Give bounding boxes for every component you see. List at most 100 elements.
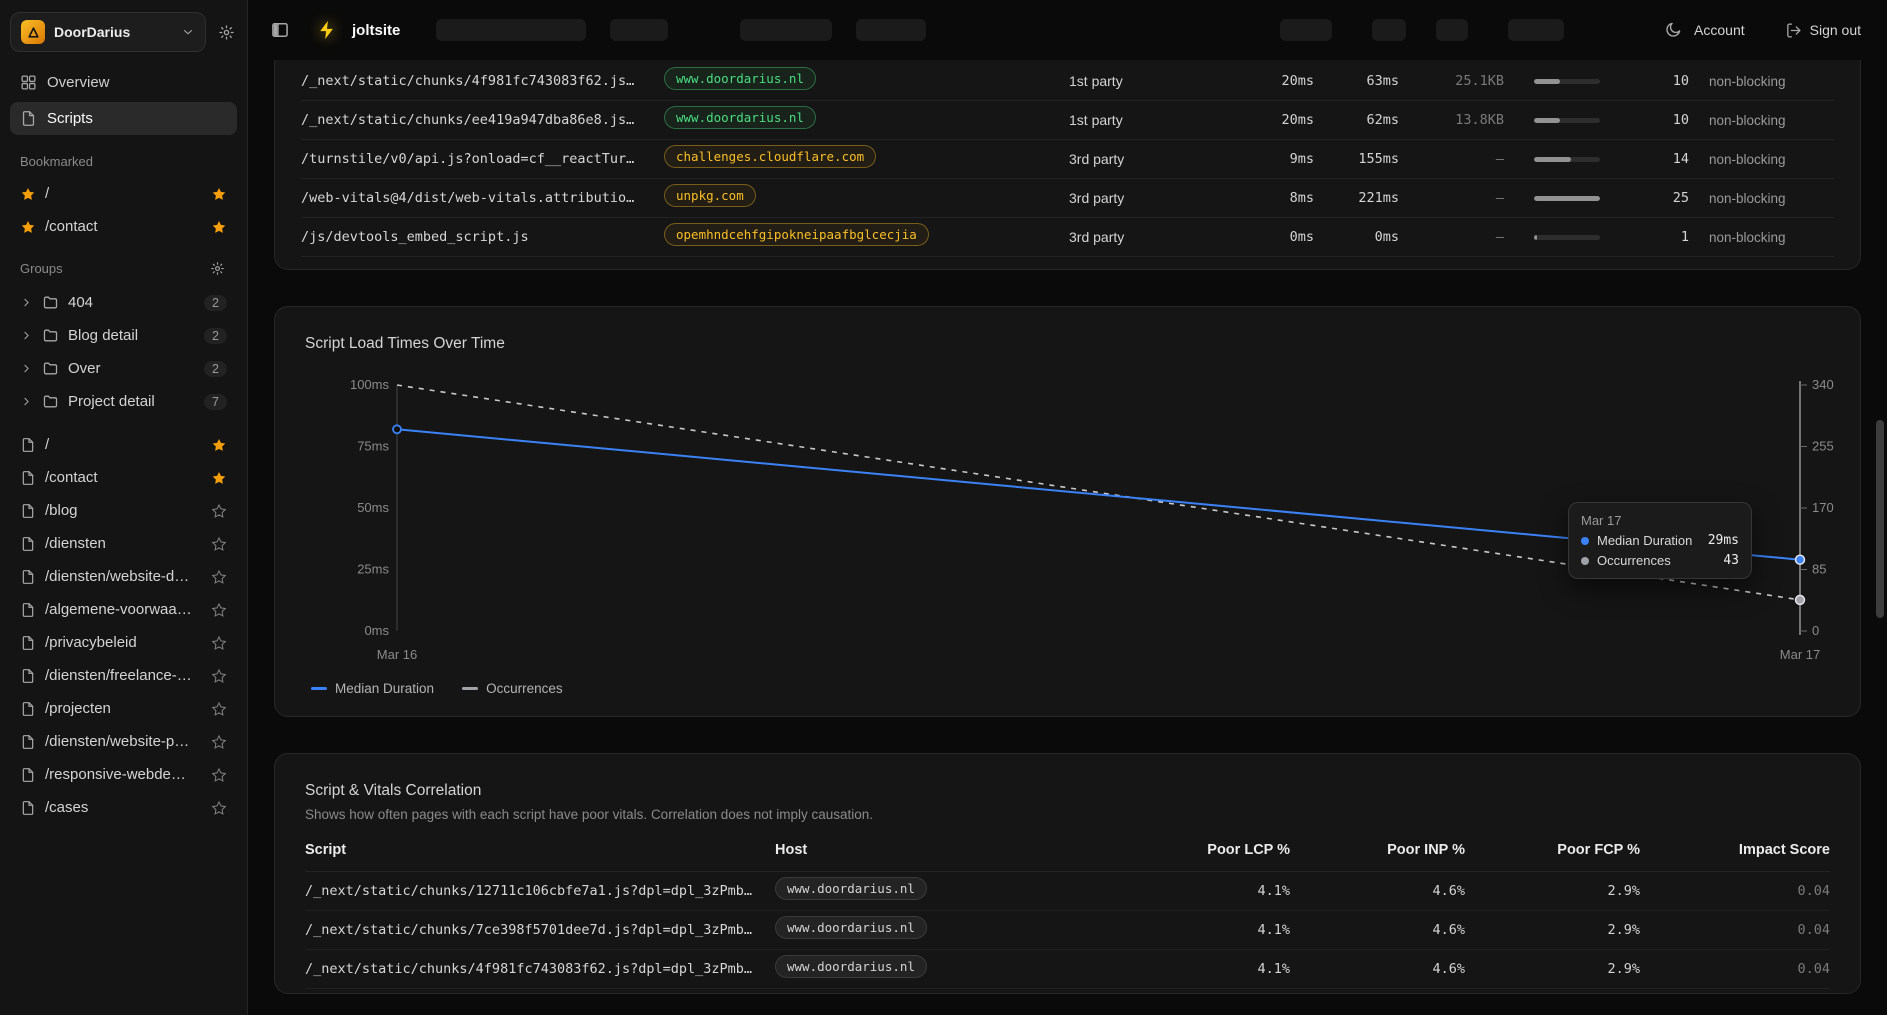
occurrence-bar	[1504, 196, 1629, 201]
sidebar-page-item[interactable]: /contact	[10, 461, 237, 494]
group-item[interactable]: 404 2	[10, 286, 237, 319]
workspace-switcher[interactable]: DoorDarius	[10, 12, 206, 52]
host-badge[interactable]: www.doordarius.nl	[775, 955, 927, 978]
load-times-panel: Script Load Times Over Time	[274, 306, 1861, 717]
star-outline-icon[interactable]	[211, 503, 227, 519]
host-badge[interactable]: opemhndcehfgipokneipaafbglcecjia	[664, 223, 929, 246]
page-label: /contact	[45, 469, 98, 486]
sidebar-page-item[interactable]: /diensten/website-perfor…	[10, 725, 237, 758]
y2-axis-tick: 85	[1812, 562, 1826, 577]
occurrence-count: 14	[1629, 151, 1689, 167]
star-outline-icon[interactable]	[211, 569, 227, 585]
scripts-table-panel: /_next/static/chunks/4f981fc743083f62.js…	[274, 60, 1861, 270]
table-row[interactable]: /_next/static/chunks/7ce398f5701dee7d.js…	[305, 911, 1830, 950]
sidebar-page-item[interactable]: /	[10, 428, 237, 461]
legend-item-median-duration[interactable]: Median Duration	[311, 681, 434, 696]
sidebar-page-item[interactable]: /diensten/website-design…	[10, 560, 237, 593]
star-icon[interactable]	[211, 437, 227, 453]
sidebar-page-item[interactable]: /diensten/freelance-front…	[10, 659, 237, 692]
chevron-right-icon[interactable]	[20, 329, 33, 342]
tooltip-value: 43	[1723, 553, 1739, 568]
page-content: /_next/static/chunks/4f981fc743083f62.js…	[248, 60, 1887, 1015]
bookmarked-item[interactable]: /	[10, 177, 237, 210]
file-icon	[20, 602, 36, 618]
column-header[interactable]: Script	[305, 842, 775, 858]
host-badge[interactable]: challenges.cloudflare.com	[664, 145, 876, 168]
column-header[interactable]: Poor FCP %	[1465, 842, 1640, 858]
group-item[interactable]: Over 2	[10, 352, 237, 385]
host-badge[interactable]: unpkg.com	[664, 184, 756, 207]
page-label: /	[45, 436, 49, 453]
table-row[interactable]: /web-vitals@4/dist/web-vitals.attributio…	[301, 179, 1834, 218]
sidebar-page-item[interactable]: /diensten	[10, 527, 237, 560]
unbookmark-star-icon[interactable]	[211, 219, 227, 235]
sidebar-page-item[interactable]: /algemene-voorwaarden	[10, 593, 237, 626]
host-badge[interactable]: www.doordarius.nl	[664, 67, 816, 90]
sidebar-page-item[interactable]: /responsive-webdesign	[10, 758, 237, 791]
column-header[interactable]: Poor INP %	[1290, 842, 1465, 858]
poor-lcp: 4.1%	[1115, 961, 1290, 977]
script-path: /_next/static/chunks/7ce398f5701dee7d.js…	[305, 922, 775, 938]
host-badge[interactable]: www.doordarius.nl	[664, 106, 816, 129]
sidebar-page-item[interactable]: /privacybeleid	[10, 626, 237, 659]
column-header[interactable]: Host	[775, 842, 1115, 858]
panel-left-icon	[270, 20, 290, 40]
account-button[interactable]: Account	[1694, 22, 1745, 38]
table-row[interactable]: /_next/static/chunks/4f981fc743083f62.js…	[301, 62, 1834, 101]
app-name: joltsite	[352, 22, 400, 39]
star-outline-icon[interactable]	[211, 602, 227, 618]
line-chart[interactable]: 100ms 75ms 50ms 25ms 0ms 340 255 170 85 …	[305, 369, 1830, 669]
star-outline-icon[interactable]	[211, 668, 227, 684]
group-item[interactable]: Project detail 7	[10, 385, 237, 418]
signout-button[interactable]: Sign out	[1785, 22, 1861, 39]
sidebar-page-item[interactable]: /blog	[10, 494, 237, 527]
star-outline-icon[interactable]	[211, 635, 227, 651]
p75-time: 221ms	[1314, 190, 1399, 206]
poor-lcp: 4.1%	[1115, 922, 1290, 938]
file-icon	[20, 767, 36, 783]
table-row[interactable]: /turnstile/v0/api.js?onload=cf__reactTur…	[301, 140, 1834, 179]
host-badge[interactable]: www.doordarius.nl	[775, 916, 927, 939]
groups-settings-button[interactable]	[208, 259, 227, 278]
bookmarked-item[interactable]: /contact	[10, 210, 237, 243]
star-outline-icon[interactable]	[211, 800, 227, 816]
impact-score: 0.04	[1640, 883, 1830, 899]
host-cell: www.doordarius.nl	[664, 106, 1069, 134]
bookmarked-label: /	[45, 185, 49, 202]
sidebar-item-scripts[interactable]: Scripts	[10, 102, 237, 135]
table-row[interactable]: /_next/static/chunks/ee419a947dba86e8.js…	[301, 101, 1834, 140]
ghost-pill	[1372, 19, 1406, 41]
nav-label: Overview	[47, 74, 110, 91]
table-row[interactable]: /_next/static/chunks/4f981fc743083f62.js…	[305, 950, 1830, 989]
chevron-right-icon[interactable]	[20, 395, 33, 408]
sidebar-item-overview[interactable]: Overview	[10, 66, 237, 99]
column-header[interactable]: Impact Score	[1640, 842, 1830, 858]
chevron-right-icon[interactable]	[20, 362, 33, 375]
blocking-status: non-blocking	[1689, 74, 1834, 89]
star-outline-icon[interactable]	[211, 701, 227, 717]
sidebar-page-item[interactable]: /cases	[10, 791, 237, 824]
sidebar-page-item[interactable]: /projecten	[10, 692, 237, 725]
star-icon	[20, 186, 36, 202]
group-item[interactable]: Blog detail 2	[10, 319, 237, 352]
host-cell: www.doordarius.nl	[775, 955, 1115, 983]
chevron-right-icon[interactable]	[20, 296, 33, 309]
app-logo[interactable]	[310, 13, 344, 47]
theme-toggle-button[interactable]	[1664, 21, 1682, 39]
p75-time: 0ms	[1314, 229, 1399, 245]
scrollbar-thumb[interactable]	[1876, 420, 1884, 618]
table-row[interactable]: /js/devtools_embed_script.js opemhndcehf…	[301, 218, 1834, 257]
star-outline-icon[interactable]	[211, 734, 227, 750]
x-axis-label: Mar 17	[1780, 647, 1820, 662]
column-header[interactable]: Poor LCP %	[1115, 842, 1290, 858]
sidebar-toggle-button[interactable]	[270, 20, 290, 40]
host-badge[interactable]: www.doordarius.nl	[775, 877, 927, 900]
unbookmark-star-icon[interactable]	[211, 186, 227, 202]
file-icon	[20, 536, 36, 552]
star-icon[interactable]	[211, 470, 227, 486]
star-outline-icon[interactable]	[211, 536, 227, 552]
legend-item-occurrences[interactable]: Occurrences	[462, 681, 563, 696]
workspace-settings-button[interactable]	[216, 22, 237, 43]
star-outline-icon[interactable]	[211, 767, 227, 783]
table-row[interactable]: /_next/static/chunks/12711c106cbfe7a1.js…	[305, 872, 1830, 911]
